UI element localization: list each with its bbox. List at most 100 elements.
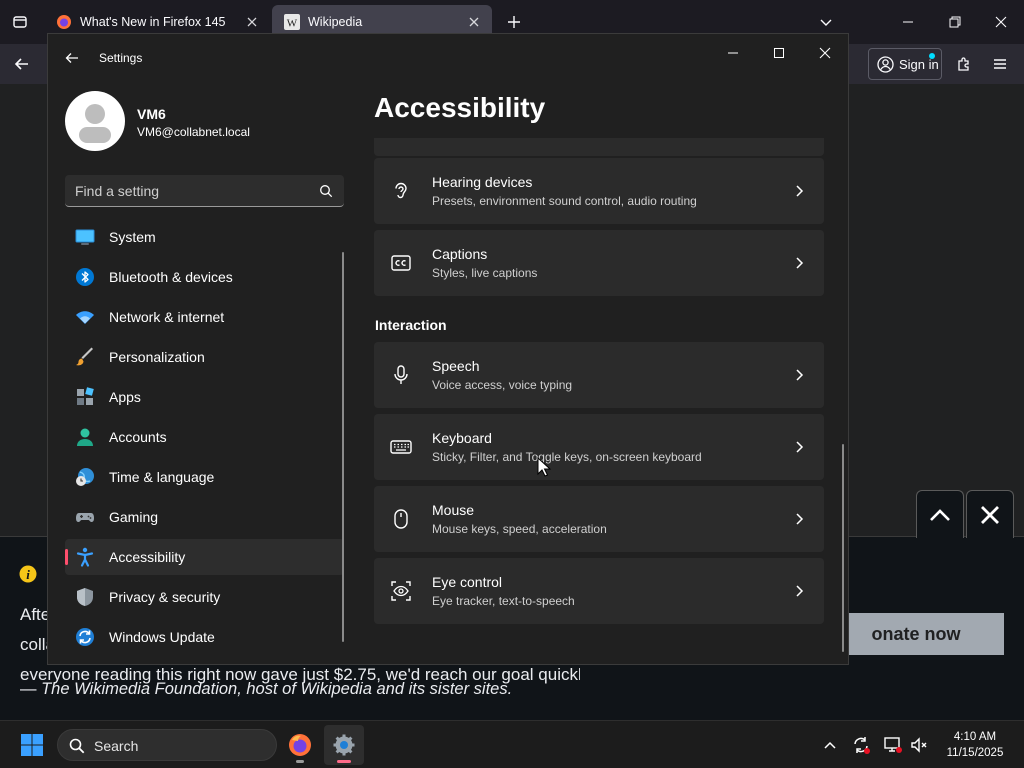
sign-in-button[interactable]: Sign in [868,48,942,80]
user-name: VM6 [137,106,166,122]
speech-card[interactable]: Speech Voice access, voice typing [374,342,824,408]
back-arrow-icon[interactable] [10,52,34,76]
nav-item-accounts[interactable]: Accounts [65,419,344,455]
settings-window: Settings VM6 VM6@collabnet.local Find a … [47,33,849,665]
brush-icon [76,347,93,366]
mouse-card[interactable]: Mouse Mouse keys, speed, acceleration [374,486,824,552]
extensions-icon[interactable] [952,52,976,76]
notification-dot [929,53,935,59]
new-tab-icon[interactable] [502,10,526,34]
find-setting-input[interactable]: Find a setting [65,175,344,207]
maximize-icon[interactable] [764,38,794,68]
mouse-icon [394,509,408,529]
section-heading-interaction: Interaction [375,317,447,333]
close-window-icon[interactable] [987,8,1015,36]
close-banner-button[interactable] [966,490,1014,538]
nav-item-privacy-security[interactable]: Privacy & security [65,579,344,615]
search-icon [320,185,333,198]
system-icon [75,229,95,245]
nav-scrollbar[interactable] [342,252,344,642]
content-scrollbar[interactable] [842,444,844,652]
back-arrow-icon[interactable] [62,48,82,68]
wifi-icon [76,311,94,324]
app-running-indicator [296,760,304,763]
account-icon [877,55,894,73]
banner-signature: — The Wikimedia Foundation, host of Wiki… [20,680,512,699]
nav-item-apps[interactable]: Apps [65,379,344,415]
close-icon [981,505,999,524]
settings-nav: System Bluetooth & devices Network & int… [65,219,344,659]
nav-item-personalization[interactable]: Personalization [65,339,344,375]
keyboard-icon [390,440,412,454]
list-all-tabs-icon[interactable] [814,10,838,34]
taskbar: Search 4:10 AM 11/15/2025 [0,720,1024,768]
accessibility-icon [76,547,94,567]
nav-label: Accounts [109,429,167,445]
partial-card[interactable] [374,138,824,156]
signature-text: The Wikimedia Foundation, host of Wikipe… [41,680,513,698]
nav-label: Gaming [109,509,159,525]
nav-item-system[interactable]: System [65,219,344,255]
nav-label: Bluetooth & devices [109,269,233,285]
close-tab-icon[interactable] [240,10,264,34]
card-title: Mouse [432,502,475,518]
nav-item-accessibility[interactable]: Accessibility [65,539,344,575]
search-label: Search [94,738,139,754]
chevron-right-icon [796,185,804,197]
minimize-icon[interactable] [718,38,748,68]
tab-title: Wikipedia [308,15,363,29]
svg-text:W: W [287,18,298,30]
keyboard-card[interactable]: Keyboard Sticky, Filter, and Toggle keys… [374,414,824,480]
settings-gear-icon [333,734,355,756]
windows-start-icon[interactable] [20,733,44,757]
hearing-devices-card[interactable]: Hearing devices Presets, environment sou… [374,158,824,224]
chevron-right-icon [796,441,804,453]
chevron-up-icon [930,508,950,521]
taskbar-search-box[interactable]: Search [57,729,277,761]
donate-now-button[interactable]: onate now [828,613,1004,655]
chevron-right-icon [796,513,804,525]
nav-item-time-language[interactable]: Time & language [65,459,344,495]
hamburger-menu-icon[interactable] [988,52,1012,76]
card-subtitle: Styles, live captions [432,266,538,280]
card-subtitle: Sticky, Filter, and Toggle keys, on-scre… [432,450,702,464]
ear-icon [395,182,407,199]
card-title: Keyboard [432,430,492,446]
nav-item-gaming[interactable]: Gaming [65,499,344,535]
system-clock[interactable]: 4:10 AM 11/15/2025 [940,729,1010,761]
avatar[interactable] [65,91,125,151]
nav-item-network[interactable]: Network & internet [65,299,344,335]
bluetooth-icon [76,268,94,286]
restore-icon[interactable] [941,8,969,36]
window-title: Settings [99,51,143,65]
close-window-icon[interactable] [810,38,840,68]
info-icon: i [19,565,37,583]
gamepad-icon [76,513,94,522]
taskbar-firefox[interactable] [280,725,320,765]
nav-label: Network & internet [109,309,225,325]
sync-status-icon[interactable] [851,735,871,755]
microphone-icon [394,365,408,384]
collapse-banner-button[interactable] [916,490,964,538]
eye-control-card[interactable]: Eye control Eye tracker, text-to-speech [374,558,824,624]
card-title: Eye control [432,574,503,590]
show-hidden-icons-chevron-icon[interactable] [820,735,840,755]
sync-icon [76,628,94,646]
taskbar-settings[interactable] [324,725,364,765]
person-icon [77,428,93,446]
nav-label: Time & language [109,469,215,485]
card-title: Captions [432,246,488,262]
minimize-icon[interactable] [894,8,922,36]
captions-card[interactable]: Captions Styles, live captions [374,230,824,296]
card-subtitle: Mouse keys, speed, acceleration [432,522,607,536]
shield-icon [77,588,93,606]
firefox-logo-icon [289,734,311,756]
network-display-icon[interactable] [883,735,903,755]
firefox-view-icon[interactable] [8,10,32,34]
nav-item-bluetooth[interactable]: Bluetooth & devices [65,259,344,295]
volume-muted-icon[interactable] [909,735,929,755]
svg-text:i: i [26,567,30,582]
nav-item-windows-update[interactable]: Windows Update [65,619,344,655]
nav-label: Accessibility [109,549,186,565]
close-tab-icon[interactable] [462,10,486,34]
